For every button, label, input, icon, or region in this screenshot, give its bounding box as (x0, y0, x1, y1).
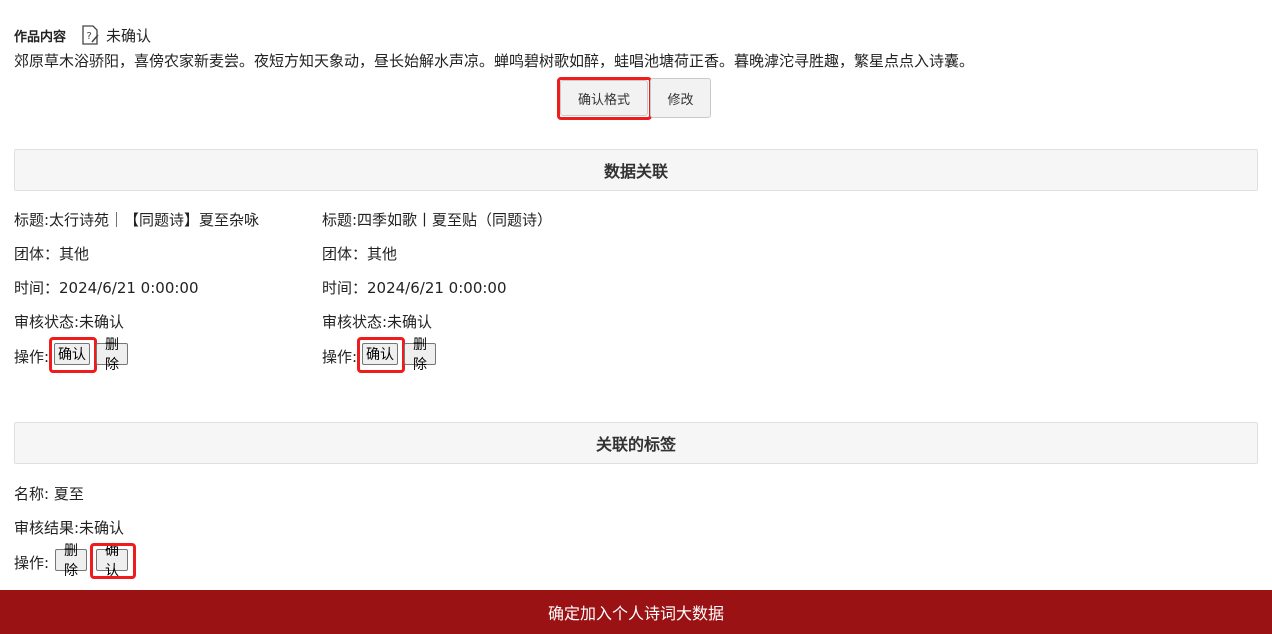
tag-review-result: 审核结果:未确认 (14, 519, 125, 537)
item-time: 时间：2024/6/21 0:00:00 (14, 279, 199, 297)
tag-confirm-button[interactable]: 确认 (96, 543, 128, 579)
item-title: 标题:四季如歌丨夏至贴（同题诗） (322, 211, 553, 229)
content-status: 未确认 (106, 26, 152, 45)
submit-bar-button[interactable]: 确定加入个人诗词大数据 (0, 590, 1272, 634)
item-time: 时间：2024/6/21 0:00:00 (322, 279, 507, 297)
item-title: 标题:太行诗苑｜【同题诗】夏至杂咏 (14, 211, 260, 229)
item-delete-button[interactable]: 删除 (404, 337, 436, 373)
question-doc-icon: ? (82, 25, 99, 45)
content-label: 作品内容 (14, 29, 67, 45)
content-header: 作品内容 ? 未确认 (14, 24, 151, 46)
tag-delete-button[interactable]: 删除 (55, 543, 87, 579)
item-action-label: 操作: (322, 348, 358, 366)
item-confirm-button[interactable]: 确认 (54, 343, 90, 365)
item-group: 团体：其他 (322, 245, 398, 263)
poem-text: 郊原草木浴骄阳，喜傍农家新麦尝。夜短方知天象动，昼长始解水声凉。蝉鸣碧树歌如醉，… (14, 52, 975, 70)
edit-button[interactable]: 修改 (650, 78, 711, 118)
item-review-status: 审核状态:未确认 (14, 313, 125, 331)
item-review-status: 审核状态:未确认 (322, 313, 433, 331)
item-group: 团体：其他 (14, 245, 90, 263)
section-linked-tags: 关联的标签 (14, 422, 1258, 464)
item-delete-button[interactable]: 删除 (96, 337, 128, 373)
confirm-format-button[interactable]: 确认格式 (560, 80, 648, 116)
tag-action-label: 操作: (14, 554, 50, 572)
tag-name: 名称: 夏至 (14, 485, 84, 503)
item-action-label: 操作: (14, 348, 50, 366)
section-data-link: 数据关联 (14, 149, 1258, 191)
svg-text:?: ? (87, 31, 92, 42)
item-confirm-button[interactable]: 确认 (362, 343, 398, 365)
